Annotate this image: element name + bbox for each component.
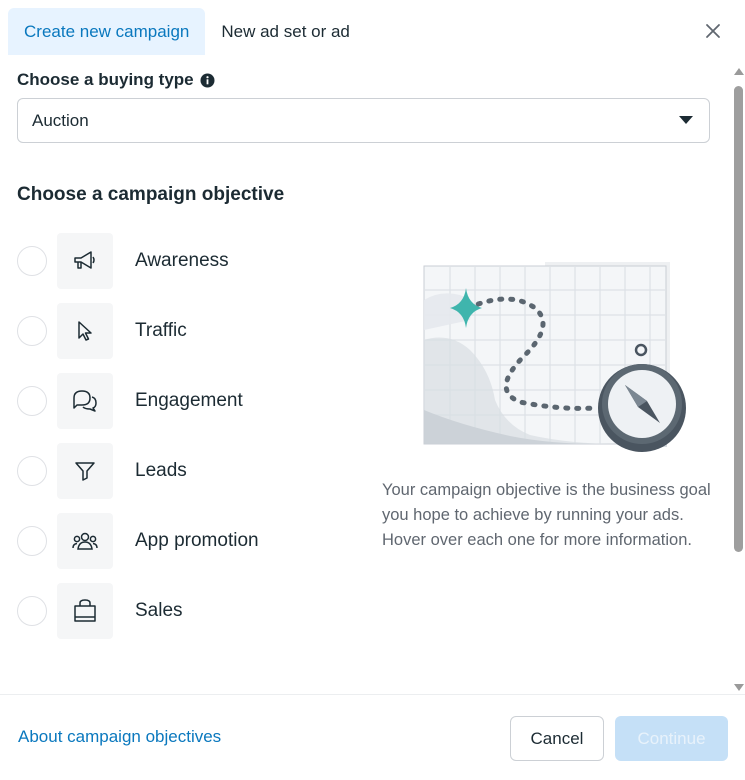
buying-type-label-row: Choose a buying type	[17, 70, 215, 90]
people-icon	[57, 513, 113, 569]
chat-bubbles-icon	[57, 373, 113, 429]
radio-app-promotion[interactable]	[17, 526, 47, 556]
about-campaign-objectives-link[interactable]: About campaign objectives	[18, 727, 221, 747]
objective-option-app-promotion[interactable]: App promotion	[17, 513, 259, 569]
buying-type-value: Auction	[32, 110, 89, 130]
objective-label-sales: Sales	[135, 600, 183, 621]
scrollbar-thumb[interactable]	[734, 86, 743, 552]
tab-new-ad-set-or-ad[interactable]: New ad set or ad	[205, 8, 366, 55]
objective-label-traffic: Traffic	[135, 320, 187, 341]
continue-button[interactable]: Continue	[615, 716, 728, 761]
objective-option-traffic[interactable]: Traffic	[17, 303, 187, 359]
objective-option-awareness[interactable]: Awareness	[17, 233, 229, 289]
buying-type-label: Choose a buying type	[17, 70, 194, 89]
scroll-up-arrow-icon[interactable]	[734, 68, 744, 75]
info-icon[interactable]	[200, 73, 215, 88]
campaign-map-illustration	[423, 262, 686, 452]
objective-description: Your campaign objective is the business …	[382, 481, 711, 549]
megaphone-icon	[57, 233, 113, 289]
radio-leads[interactable]	[17, 456, 47, 486]
chevron-down-icon	[679, 116, 693, 124]
filter-icon	[57, 443, 113, 499]
cursor-icon	[57, 303, 113, 359]
scrollbar[interactable]	[732, 60, 745, 694]
objective-option-sales[interactable]: Sales	[17, 583, 183, 639]
objective-option-engagement[interactable]: Engagement	[17, 373, 243, 429]
tab-create-new-campaign[interactable]: Create new campaign	[8, 8, 206, 55]
objective-label-engagement: Engagement	[135, 390, 243, 411]
shopping-bag-icon	[57, 583, 113, 639]
radio-sales[interactable]	[17, 596, 47, 626]
objective-option-leads[interactable]: Leads	[17, 443, 187, 499]
create-campaign-dialog: Create new campaign New ad set or ad Cho…	[0, 0, 745, 780]
radio-engagement[interactable]	[17, 386, 47, 416]
tab-bar: Create new campaign New ad set or ad	[8, 8, 366, 55]
radio-traffic[interactable]	[17, 316, 47, 346]
close-icon	[706, 24, 720, 38]
dialog-footer: About campaign objectives Cancel Continu…	[0, 694, 745, 780]
objective-label-leads: Leads	[135, 460, 187, 481]
close-button[interactable]	[698, 16, 728, 46]
cancel-button[interactable]: Cancel	[510, 716, 604, 761]
objective-label-awareness: Awareness	[135, 250, 229, 271]
radio-awareness[interactable]	[17, 246, 47, 276]
scroll-down-arrow-icon[interactable]	[734, 684, 744, 691]
dialog-body: Choose a buying type Auction Choose a ca…	[0, 60, 732, 694]
objective-label-app-promotion: App promotion	[135, 530, 259, 551]
objective-title: Choose a campaign objective	[17, 184, 285, 205]
buying-type-select[interactable]: Auction	[17, 98, 710, 143]
